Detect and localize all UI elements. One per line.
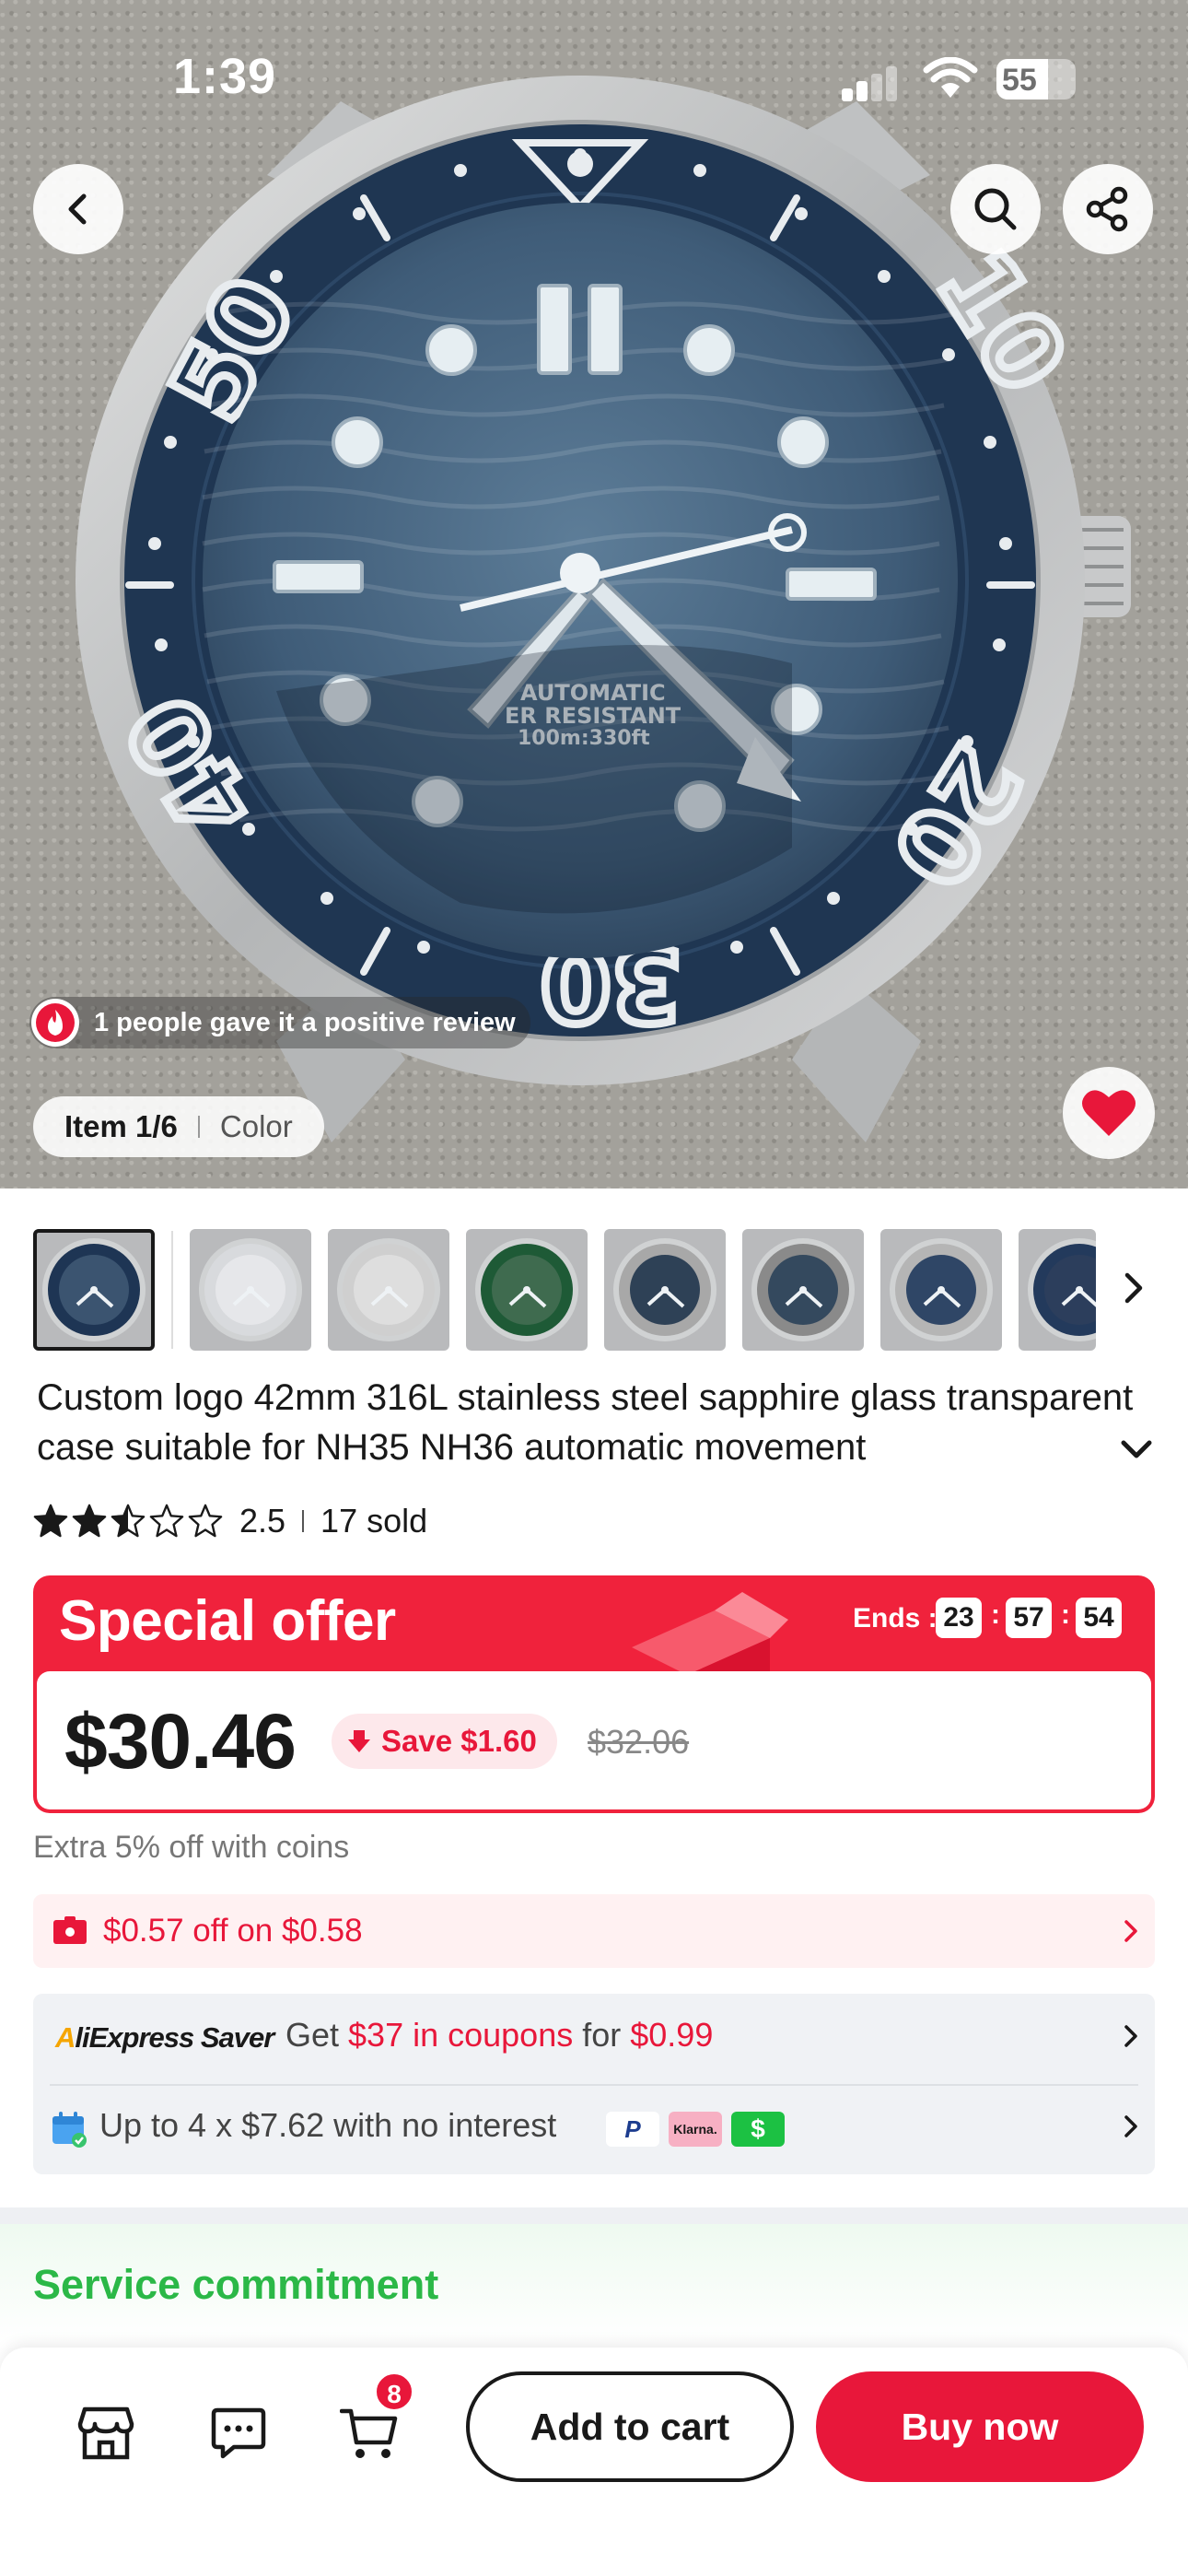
status-bar: 1:39 55: [0, 0, 1188, 147]
variant-label: Color: [219, 1109, 293, 1143]
review-note: 1 people gave it a positive review: [94, 1007, 516, 1037]
timer-hours: 23: [936, 1598, 982, 1638]
aliexpress-saver-logo[interactable]: AliExpress Saver: [55, 2021, 274, 2055]
thumb-blue-dial[interactable]: [33, 1229, 155, 1351]
thumb-white-dial[interactable]: [190, 1229, 311, 1351]
product-title-text: Custom logo 42mm 316L stainless steel sa…: [37, 1377, 1134, 1468]
gallery-indicator[interactable]: Item 1/6 Color: [33, 1096, 324, 1157]
star-full-icon: [33, 1504, 68, 1538]
save-badge: Save $1.60: [332, 1714, 557, 1769]
heart-icon: [1082, 1090, 1136, 1136]
installment-text[interactable]: Up to 4 x $7.62 with no interest: [99, 2106, 556, 2145]
chevron-left-icon: [68, 193, 87, 225]
cellular-signal-icon: [842, 64, 901, 101]
cashapp-icon: $: [731, 2112, 785, 2147]
coupon-icon: [53, 1916, 87, 1944]
add-to-cart-button[interactable]: Add to cart: [466, 2371, 794, 2482]
back-button[interactable]: [33, 164, 123, 254]
product-main-image[interactable]: 50 10 20 30 40 1:39 55 1 people gave it …: [0, 0, 1188, 1188]
save-amount: Save $1.60: [381, 1724, 537, 1758]
star-full-icon: [72, 1504, 107, 1538]
klarna-icon: Klarna.: [669, 2112, 722, 2147]
share-icon: [1086, 186, 1128, 232]
timer-minutes: 57: [1006, 1598, 1052, 1638]
star-empty-icon: [188, 1504, 223, 1538]
chevron-right-icon: [1124, 1272, 1143, 1304]
chevron-right-icon[interactable]: [1122, 2023, 1140, 2049]
expand-title-icon[interactable]: [1118, 1432, 1155, 1469]
coupon-text: $0.57 off on $0.58: [103, 1913, 363, 1949]
thumb-blue-dial-3[interactable]: [1019, 1229, 1096, 1351]
item-counter: Item 1/6: [64, 1109, 178, 1143]
timer-seconds: 54: [1076, 1598, 1122, 1638]
fire-icon: [31, 999, 79, 1047]
thumbnail-strip[interactable]: [0, 1214, 1188, 1352]
star-half-icon: [111, 1504, 146, 1538]
message-button[interactable]: [206, 2401, 271, 2465]
thumb-green-dial[interactable]: [466, 1229, 588, 1351]
payment-logos: P Klarna. $: [606, 2112, 785, 2147]
status-time: 1:39: [173, 49, 277, 104]
wishlist-button[interactable]: [1063, 1067, 1155, 1159]
coins-discount-text: Extra 5% off with coins: [33, 1830, 350, 1865]
chevron-right-icon: [1124, 1920, 1137, 1942]
sold-count: 17 sold: [320, 1502, 428, 1540]
price-drop-icon: [348, 1730, 370, 1752]
coupon-row[interactable]: $0.57 off on $0.58: [33, 1894, 1155, 1968]
calendar-icon: [52, 2112, 87, 2148]
store-icon: [77, 2406, 134, 2460]
saver-offer-text[interactable]: Get $37 in coupons for $0.99: [285, 2016, 713, 2055]
star-empty-icon: [149, 1504, 184, 1538]
buy-now-button[interactable]: Buy now: [816, 2371, 1144, 2482]
special-offer-label: Special offer: [59, 1589, 396, 1653]
special-offer-card: Special offer Ends : 23 : 57 : 54 $30.46…: [33, 1575, 1155, 1813]
wifi-icon: [923, 57, 978, 98]
battery-icon: 55: [996, 59, 1076, 100]
thumb-navy-dial[interactable]: [604, 1229, 726, 1351]
thumb-blue-dial-2[interactable]: [880, 1229, 1002, 1351]
paypal-icon: P: [606, 2112, 659, 2147]
chevron-right-icon[interactable]: [1122, 2113, 1140, 2139]
gift-box-icon: [632, 1592, 788, 1671]
battery-level: 55: [1002, 63, 1037, 98]
share-button[interactable]: [1063, 164, 1153, 254]
cart-count-badge: 8: [374, 2371, 414, 2412]
search-icon: [974, 188, 1017, 230]
original-price: $32.06: [588, 1723, 690, 1761]
saver-card: AliExpress Saver Get $37 in coupons for …: [33, 1994, 1155, 2174]
ends-label: Ends :: [853, 1603, 938, 1633]
rating-value: 2.5: [239, 1502, 286, 1540]
search-button[interactable]: [950, 164, 1041, 254]
service-commitment-section[interactable]: Service commitment: [0, 2224, 1188, 2344]
price-panel: $30.46 Save $1.60 $32.06: [37, 1671, 1151, 1809]
thumb-white-dial-2[interactable]: [328, 1229, 449, 1351]
thumbnail-next-button[interactable]: [1114, 1251, 1151, 1325]
bottom-action-bar: 8 Add to cart Buy now: [0, 2348, 1188, 2576]
store-button[interactable]: [74, 2401, 138, 2465]
star-rating: [33, 1504, 223, 1539]
thumb-navy-dial-2[interactable]: [742, 1229, 864, 1351]
rating-row[interactable]: 2.5 17 sold: [33, 1498, 427, 1544]
chat-icon: [211, 2407, 266, 2459]
service-commitment-title: Service commitment: [33, 2261, 439, 2308]
positive-review-badge: 1 people gave it a positive review: [29, 997, 530, 1048]
current-price: $30.46: [64, 1698, 297, 1785]
cart-icon: [340, 2408, 398, 2458]
product-title[interactable]: Custom logo 42mm 316L stainless steel sa…: [37, 1373, 1142, 1481]
